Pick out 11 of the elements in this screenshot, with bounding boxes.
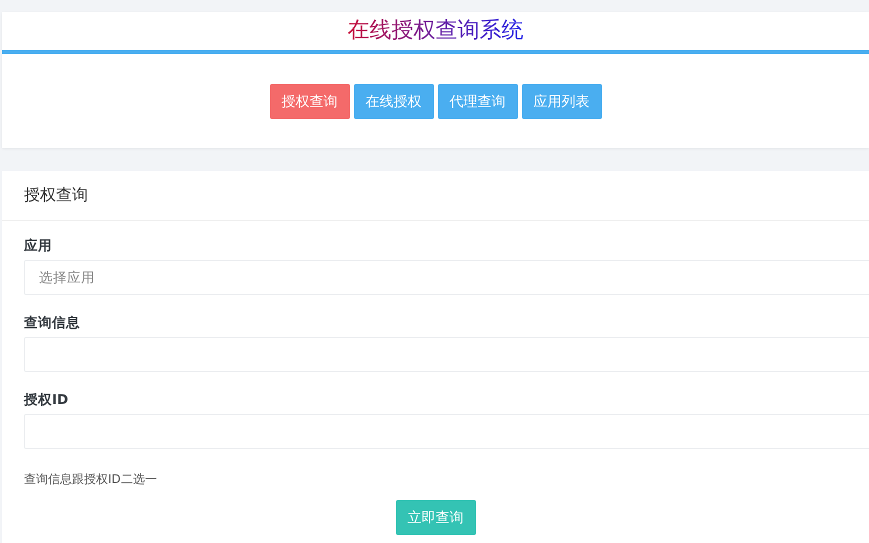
nav-button[interactable]: 应用列表	[522, 84, 602, 119]
field-label: 应用	[24, 237, 53, 255]
input-field[interactable]: 选择应用	[24, 260, 869, 295]
submit-button[interactable]: 立即查询	[396, 500, 476, 535]
card-title: 授权查询	[24, 185, 88, 206]
help-text: 查询信息跟授权ID二选一	[24, 471, 157, 488]
nav-button[interactable]: 在线授权	[354, 84, 434, 119]
nav-button[interactable]: 授权查询	[270, 84, 350, 119]
nav-button[interactable]: 代理查询	[438, 84, 518, 119]
field-label: 授权ID	[24, 391, 70, 409]
field-label: 查询信息	[24, 314, 81, 332]
